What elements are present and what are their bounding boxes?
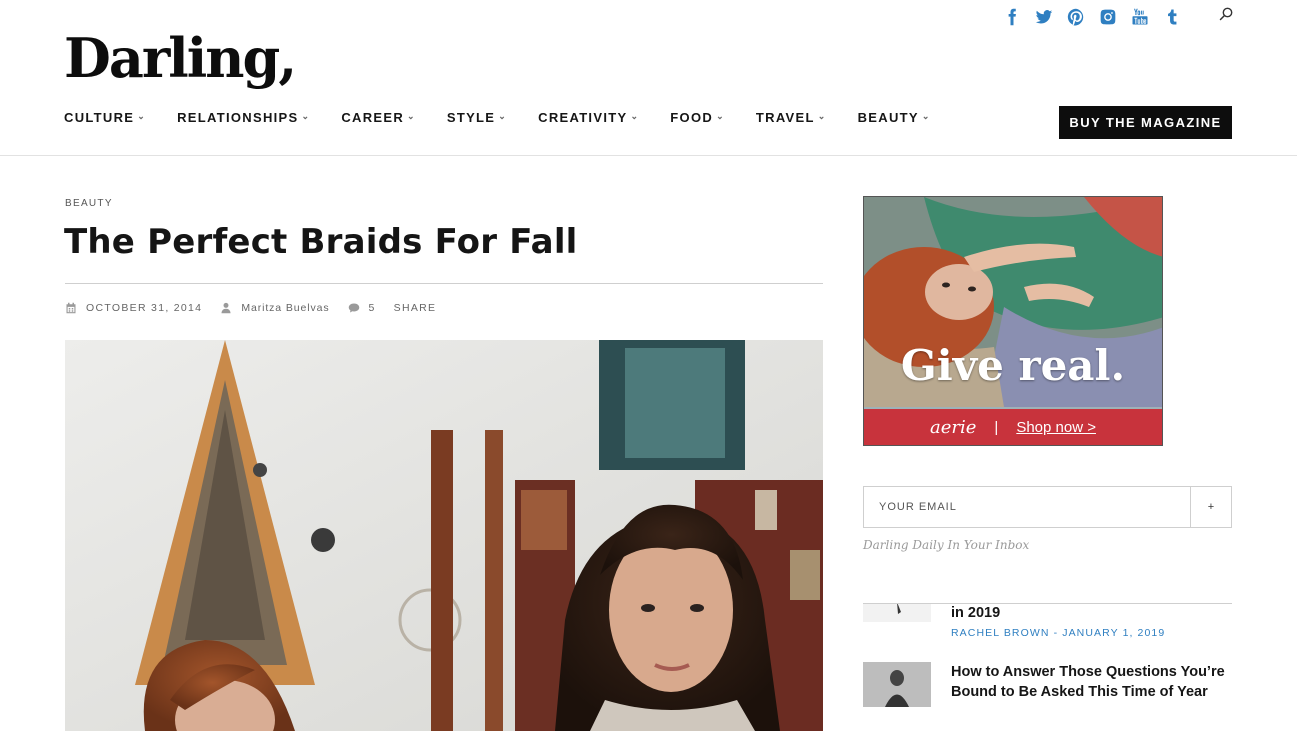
- thumbnail-image: [863, 662, 931, 707]
- chevron-down-icon: ⌄: [498, 111, 508, 121]
- ad-footer-bar: aerie | Shop now >: [864, 409, 1162, 445]
- post-title[interactable]: in 2019: [951, 604, 1232, 623]
- social-links: [996, 5, 1188, 29]
- twitter-icon[interactable]: [1028, 5, 1060, 29]
- nav-item-travel[interactable]: TRAVEL ⌄: [756, 110, 827, 125]
- meta-separator: -: [1049, 627, 1063, 639]
- thumbnail-image: [863, 604, 931, 622]
- article-title: The Perfect Braids For Fall: [64, 222, 578, 262]
- article-meta: OCTOBER 31, 2014 Maritza Buelvas 5 SHARE: [65, 302, 454, 314]
- nav-item-creativity[interactable]: CREATIVITY ⌄: [538, 110, 639, 125]
- author-name: Maritza Buelvas: [241, 302, 330, 314]
- nav-label: BEAUTY: [857, 110, 919, 125]
- nav-label: TRAVEL: [755, 110, 815, 125]
- chevron-down-icon: ⌄: [137, 111, 147, 121]
- article-category[interactable]: BEAUTY: [65, 198, 113, 209]
- chevron-down-icon: ⌄: [817, 111, 827, 121]
- tumblr-icon[interactable]: [1156, 5, 1188, 29]
- search-icon[interactable]: [1218, 6, 1234, 22]
- nav-label: STYLE: [446, 110, 496, 125]
- calendar-icon: [66, 302, 76, 314]
- sidebar-ad[interactable]: Give real. aerie | Shop now >: [863, 196, 1163, 446]
- nav-item-culture[interactable]: CULTURE ⌄: [64, 110, 146, 125]
- ad-separator: |: [994, 418, 999, 436]
- share-button[interactable]: SHARE: [394, 302, 437, 314]
- article-author[interactable]: Maritza Buelvas: [220, 302, 329, 314]
- nav-item-beauty[interactable]: BEAUTY ⌄: [858, 110, 931, 125]
- nav-item-relationships[interactable]: RELATIONSHIPS ⌄: [177, 110, 310, 125]
- ad-brand: aerie: [930, 416, 977, 438]
- ad-headline: Give real.: [900, 341, 1126, 390]
- chevron-down-icon: ⌄: [716, 111, 725, 121]
- nav-label: FOOD: [670, 110, 714, 125]
- share-label: SHARE: [393, 302, 437, 314]
- nav-label: CAREER: [341, 110, 405, 125]
- post-meta: RACHEL BROWN - JANUARY 1, 2019: [951, 627, 1165, 639]
- hero-photo: [65, 340, 823, 731]
- article-date: OCTOBER 31, 2014: [65, 302, 202, 314]
- main-nav: CULTURE ⌄ RELATIONSHIPS ⌄ CAREER ⌄ STYLE ⌄ C…: [64, 110, 962, 125]
- pinterest-icon[interactable]: [1060, 5, 1092, 29]
- nav-item-food[interactable]: FOOD ⌄: [670, 110, 725, 125]
- list-item: How to Answer Those Questions You’re Bou…: [863, 662, 1232, 731]
- email-input[interactable]: [864, 487, 1190, 527]
- post-title[interactable]: How to Answer Those Questions You’re Bou…: [951, 662, 1232, 702]
- instagram-icon[interactable]: [1092, 5, 1124, 29]
- nav-item-career[interactable]: CAREER ⌄: [341, 110, 416, 125]
- post-date: JANUARY 1, 2019: [1062, 627, 1166, 639]
- chevron-down-icon: ⌄: [921, 111, 931, 121]
- facebook-icon[interactable]: [996, 5, 1028, 29]
- newsletter-tagline: Darling Daily In Your Inbox: [863, 538, 1030, 552]
- ad-shop-link[interactable]: Shop now >: [1016, 419, 1096, 436]
- nav-item-style[interactable]: STYLE ⌄: [447, 110, 507, 125]
- user-icon: [221, 302, 231, 314]
- post-thumbnail[interactable]: [863, 662, 931, 707]
- post-author[interactable]: RACHEL BROWN: [951, 627, 1050, 639]
- buy-magazine-button[interactable]: BUY THE MAGAZINE: [1059, 106, 1232, 139]
- chevron-down-icon: ⌄: [630, 111, 640, 121]
- chevron-down-icon: ⌄: [301, 111, 311, 121]
- article-comments[interactable]: 5: [348, 302, 376, 314]
- divider: [65, 283, 823, 284]
- newsletter-form: +: [863, 486, 1232, 528]
- youtube-icon[interactable]: [1124, 5, 1156, 29]
- nav-label: CREATIVITY: [538, 110, 628, 125]
- subscribe-button[interactable]: +: [1190, 487, 1231, 527]
- list-item: in 2019 RACHEL BROWN - JANUARY 1, 2019: [863, 604, 1232, 644]
- site-header: Darling, CULTURE ⌄ RELATIONSHIPS ⌄ CAREER ⌄…: [0, 0, 1297, 156]
- nav-label: RELATIONSHIPS: [177, 110, 299, 125]
- site-logo[interactable]: Darling,: [64, 20, 297, 96]
- post-thumbnail[interactable]: [863, 604, 931, 622]
- comment-icon: [348, 303, 359, 313]
- article-hero-image: [65, 340, 823, 731]
- comment-count: 5: [368, 302, 376, 314]
- nav-label: CULTURE: [64, 110, 135, 125]
- recent-posts: in 2019 RACHEL BROWN - JANUARY 1, 2019 H…: [863, 603, 1232, 731]
- date-text: OCTOBER 31, 2014: [86, 302, 203, 314]
- chevron-down-icon: ⌄: [407, 111, 416, 121]
